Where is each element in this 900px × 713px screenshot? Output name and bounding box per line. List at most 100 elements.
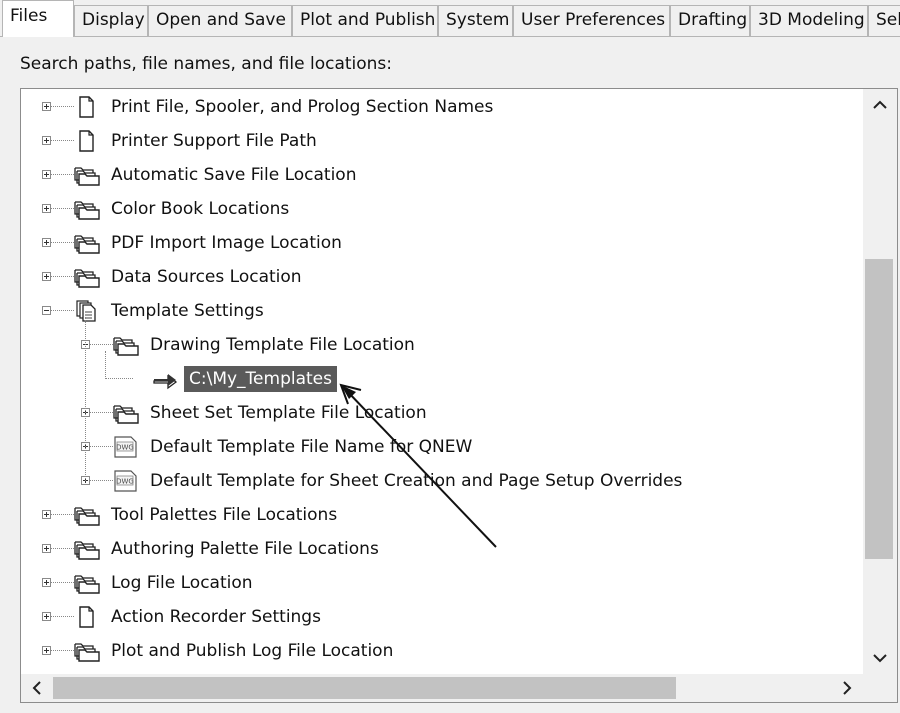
tree-node-label: Template Settings bbox=[111, 301, 264, 321]
tree-node[interactable]: Tool Palettes File Locations bbox=[21, 498, 863, 532]
tree-node-label: Plot and Publish Log File Location bbox=[111, 641, 394, 661]
tree-connector bbox=[51, 208, 74, 209]
tab-system[interactable]: System bbox=[438, 5, 513, 36]
tree-node-label: Print File, Spooler, and Prolog Section … bbox=[111, 97, 494, 117]
tree-node[interactable]: Template Settings bbox=[21, 294, 863, 328]
chevron-down-icon bbox=[873, 654, 887, 663]
tree-connector-vertical bbox=[105, 351, 106, 379]
tree-node[interactable]: Authoring Palette File Locations bbox=[21, 532, 863, 566]
document-icon bbox=[74, 96, 98, 118]
svg-text:DWG: DWG bbox=[116, 478, 134, 486]
tree-node-label: Data Sources Location bbox=[111, 267, 302, 287]
tree-node-label: Log File Location bbox=[111, 573, 253, 593]
tree-node[interactable]: Printer Support File Path bbox=[21, 124, 863, 158]
scroll-left-button[interactable] bbox=[23, 676, 51, 700]
tab-files[interactable]: Files bbox=[2, 0, 74, 37]
tab-selection[interactable]: Sel bbox=[868, 5, 900, 36]
tree-node-label: Automatic Save File Location bbox=[111, 165, 357, 185]
chevron-up-icon bbox=[873, 100, 887, 109]
document-icon bbox=[74, 606, 98, 628]
dwg-file-icon: DWG bbox=[113, 436, 137, 458]
tree-connector-vertical bbox=[85, 317, 86, 481]
folder-stack-icon bbox=[74, 164, 100, 186]
tab-plot-and-publish[interactable]: Plot and Publish bbox=[292, 5, 438, 36]
tree-node-label: Default Template File Name for QNEW bbox=[150, 437, 473, 457]
folder-stack-icon bbox=[74, 640, 100, 662]
tree-connector bbox=[90, 344, 113, 345]
scroll-right-button[interactable] bbox=[833, 676, 861, 700]
dwg-file-icon: DWG bbox=[113, 470, 137, 492]
tree-connector bbox=[51, 616, 74, 617]
tree-node-selected-path[interactable]: C:\My_Templates bbox=[21, 362, 863, 396]
expand-icon[interactable] bbox=[42, 170, 51, 179]
file-locations-tree-view[interactable]: Print File, Spooler, and Prolog Section … bbox=[20, 88, 898, 703]
horizontal-scrollbar[interactable] bbox=[21, 674, 863, 702]
tab-label: System bbox=[446, 10, 510, 30]
scrollbar-corner bbox=[863, 674, 897, 702]
tree-node[interactable]: Automatic Save File Location bbox=[21, 158, 863, 192]
tree-node[interactable]: Print File, Spooler, and Prolog Section … bbox=[21, 90, 863, 124]
tab-baseline bbox=[0, 36, 900, 37]
tree-node-label: Default Template for Sheet Creation and … bbox=[150, 471, 683, 491]
folder-stack-icon bbox=[74, 572, 100, 594]
scroll-down-button[interactable] bbox=[866, 646, 894, 670]
expand-icon[interactable] bbox=[42, 646, 51, 655]
expand-icon[interactable] bbox=[42, 510, 51, 519]
expand-icon[interactable] bbox=[42, 544, 51, 553]
tab-open-and-save[interactable]: Open and Save bbox=[148, 5, 292, 36]
vertical-scroll-thumb[interactable] bbox=[865, 259, 893, 559]
expand-icon[interactable] bbox=[42, 238, 51, 247]
tab-3d-modeling[interactable]: 3D Modeling bbox=[750, 5, 868, 36]
tab-label: Display bbox=[82, 10, 145, 30]
tab-label: Open and Save bbox=[156, 10, 286, 30]
tree-node-label: Drawing Template File Location bbox=[150, 335, 415, 355]
tab-drafting[interactable]: Drafting bbox=[670, 5, 750, 36]
tree-node[interactable]: PDF Import Image Location bbox=[21, 226, 863, 260]
expand-icon[interactable] bbox=[42, 204, 51, 213]
expand-icon[interactable] bbox=[42, 136, 51, 145]
expand-icon[interactable] bbox=[42, 272, 51, 281]
document-icon bbox=[74, 130, 98, 152]
tree-node[interactable]: Plot and Publish Log File Location bbox=[21, 634, 863, 668]
tree-node-label: Tool Palettes File Locations bbox=[111, 505, 338, 525]
tree-connector bbox=[90, 412, 113, 413]
folder-stack-icon bbox=[74, 198, 100, 220]
svg-text:DWG: DWG bbox=[116, 444, 134, 452]
tab-strip: Files Display Open and Save Plot and Pub… bbox=[0, 0, 900, 37]
tree-node-label: Sheet Set Template File Location bbox=[150, 403, 427, 423]
tree-node[interactable]: Drawing Template File Location bbox=[21, 328, 863, 362]
tree-connector bbox=[51, 310, 74, 311]
tree-node[interactable]: DWG Default Template File Name for QNEW bbox=[21, 430, 863, 464]
chevron-left-icon bbox=[32, 681, 41, 695]
tab-label: 3D Modeling bbox=[758, 10, 865, 30]
tree-connector bbox=[90, 446, 113, 447]
tab-user-preferences[interactable]: User Preferences bbox=[513, 5, 670, 36]
tree-caption: Search paths, file names, and file locat… bbox=[20, 54, 393, 74]
tree-connector bbox=[51, 174, 74, 175]
tree-node[interactable]: Sheet Set Template File Location bbox=[21, 396, 863, 430]
document-stack-icon bbox=[74, 300, 98, 322]
tree-node-label: Authoring Palette File Locations bbox=[111, 539, 379, 559]
tree-node[interactable]: DWG Default Template for Sheet Creation a… bbox=[21, 464, 863, 498]
folder-stack-icon bbox=[113, 402, 139, 424]
tree-connector bbox=[51, 242, 74, 243]
collapse-icon[interactable] bbox=[42, 306, 51, 315]
tree-node[interactable]: Action Recorder Settings bbox=[21, 600, 863, 634]
vertical-scrollbar[interactable] bbox=[863, 89, 897, 674]
scroll-up-button[interactable] bbox=[866, 93, 894, 117]
tab-label: User Preferences bbox=[521, 10, 666, 30]
tab-display[interactable]: Display bbox=[74, 5, 148, 36]
tab-label: Plot and Publish bbox=[300, 10, 436, 30]
expand-icon[interactable] bbox=[42, 612, 51, 621]
tab-label: Drafting bbox=[678, 10, 748, 30]
expand-icon[interactable] bbox=[42, 102, 51, 111]
tree-node[interactable]: Log File Location bbox=[21, 566, 863, 600]
expand-icon[interactable] bbox=[42, 578, 51, 587]
tree-node[interactable]: Data Sources Location bbox=[21, 260, 863, 294]
tab-label: Sel bbox=[876, 10, 900, 30]
path-arrow-icon bbox=[152, 368, 178, 390]
tab-label: Files bbox=[10, 6, 48, 26]
tree-connector bbox=[51, 650, 74, 651]
tree-node[interactable]: Color Book Locations bbox=[21, 192, 863, 226]
horizontal-scroll-thumb[interactable] bbox=[53, 677, 676, 699]
